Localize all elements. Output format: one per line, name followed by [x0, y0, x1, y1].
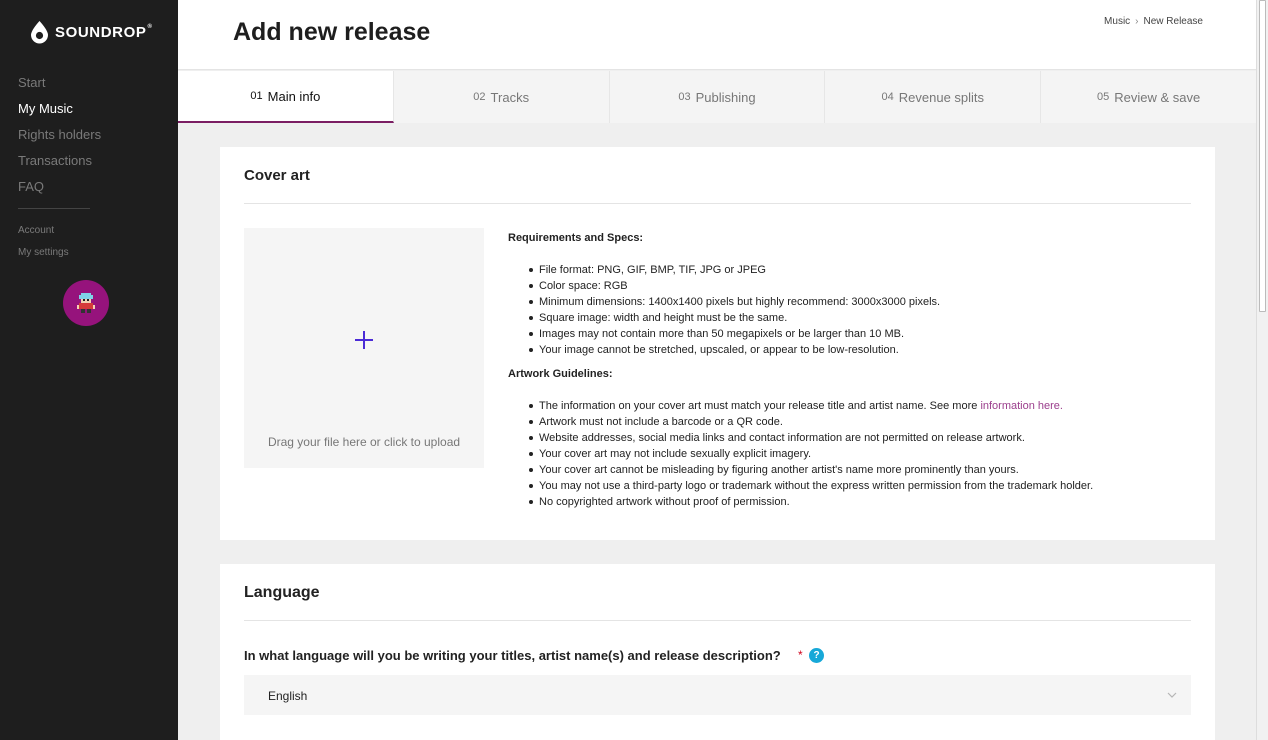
list-item: No copyrighted artwork without proof of … [528, 494, 1093, 510]
nav-item-faq[interactable]: FAQ [18, 178, 101, 204]
tab-number: 04 [881, 91, 894, 103]
list-item: Your cover art may not include sexually … [528, 446, 1093, 462]
logo[interactable]: SOUNDROP® [30, 21, 153, 44]
tab-label: Revenue splits [898, 89, 985, 105]
tab-number: 03 [678, 91, 691, 103]
guidelines-list: The information on your cover art must m… [528, 398, 1093, 510]
language-title: Language [244, 584, 320, 601]
page-scrollbar[interactable] [1256, 0, 1268, 740]
guideline-text: The information on your cover art must m… [539, 400, 978, 412]
help-icon[interactable]: ? [809, 648, 824, 663]
list-item: Square image: width and height must be t… [528, 310, 1093, 326]
page-header: Add new release Music › New Release [178, 0, 1256, 70]
requirements-heading: Requirements and Specs: [508, 232, 644, 244]
tab-number: 01 [250, 90, 263, 102]
nav-item-rights-holders[interactable]: Rights holders [18, 126, 101, 152]
guidelines-heading: Artwork Guidelines: [508, 368, 613, 380]
list-item: Color space: RGB [528, 278, 1093, 294]
required-indicator: * [798, 648, 803, 662]
tab-publishing[interactable]: 03 Publishing [610, 71, 826, 123]
language-select-value: English [268, 689, 308, 703]
breadcrumb: Music › New Release [1104, 16, 1203, 27]
breadcrumb-separator: › [1135, 16, 1139, 27]
tab-review-save[interactable]: 05 Review & save [1041, 71, 1256, 123]
language-select[interactable]: English [244, 675, 1191, 715]
breadcrumb-new-release: New Release [1143, 16, 1203, 27]
cover-art-upload-dropzone[interactable]: Drag your file here or click to upload [244, 228, 484, 468]
language-question: In what language will you be writing you… [244, 648, 781, 663]
breadcrumb-music[interactable]: Music [1104, 16, 1130, 27]
information-link[interactable]: information here. [980, 400, 1063, 412]
cover-art-specs: Requirements and Specs: File format: PNG… [508, 230, 1093, 510]
card-divider [244, 203, 1191, 204]
cover-art-card: Cover art Drag your file here or click t… [220, 147, 1215, 540]
tab-label: Main info [267, 88, 321, 104]
upload-hint: Drag your file here or click to upload [267, 435, 461, 449]
list-item: Website addresses, social media links an… [528, 430, 1093, 446]
nav-item-my-settings[interactable]: My settings [18, 246, 69, 268]
account-nav: Account My settings [18, 224, 69, 268]
avatar[interactable] [63, 280, 109, 326]
list-item: Artwork must not include a barcode or a … [528, 414, 1093, 430]
pixel-character-icon [77, 293, 95, 313]
list-item: Your cover art cannot be misleading by f… [528, 462, 1093, 478]
list-item: Minimum dimensions: 1400x1400 pixels but… [528, 294, 1093, 310]
tab-tracks[interactable]: 02 Tracks [394, 71, 610, 123]
list-item: Images may not contain more than 50 mega… [528, 326, 1093, 342]
nav-divider [18, 208, 90, 209]
nav-item-transactions[interactable]: Transactions [18, 152, 101, 178]
list-item: You may not use a third-party logo or tr… [528, 478, 1093, 494]
list-item: The information on your cover art must m… [528, 398, 1093, 414]
soundrop-drop-icon [31, 21, 48, 44]
list-item: File format: PNG, GIF, BMP, TIF, JPG or … [528, 262, 1093, 278]
logo-text: SOUNDROP® [55, 24, 153, 41]
plus-icon [355, 331, 373, 349]
main-nav: Start My Music Rights holders Transactio… [18, 74, 101, 204]
chevron-down-icon [1167, 692, 1177, 698]
card-divider [244, 620, 1191, 621]
tab-number: 05 [1096, 91, 1110, 103]
page-title: Add new release [233, 18, 431, 46]
tab-label: Review & save [1114, 89, 1201, 105]
sidebar: SOUNDROP® Start My Music Rights holders … [0, 0, 178, 740]
tab-number: 02 [473, 91, 486, 103]
nav-item-my-music[interactable]: My Music [18, 100, 101, 126]
step-tabs: 01 Main info 02 Tracks 03 Publishing 04 … [178, 71, 1256, 123]
tab-label: Tracks [490, 89, 530, 105]
tab-main-info[interactable]: 01 Main info [178, 71, 394, 123]
language-card: Language In what language will you be wr… [220, 564, 1215, 740]
list-item: Your image cannot be stretched, upscaled… [528, 342, 1093, 358]
tab-label: Publishing [695, 89, 756, 105]
cover-art-title: Cover art [244, 167, 310, 184]
nav-item-account[interactable]: Account [18, 224, 69, 246]
requirements-list: File format: PNG, GIF, BMP, TIF, JPG or … [528, 262, 1093, 358]
tab-revenue-splits[interactable]: 04 Revenue splits [825, 71, 1042, 123]
scrollbar-thumb[interactable] [1259, 0, 1266, 312]
nav-item-start[interactable]: Start [18, 74, 101, 100]
